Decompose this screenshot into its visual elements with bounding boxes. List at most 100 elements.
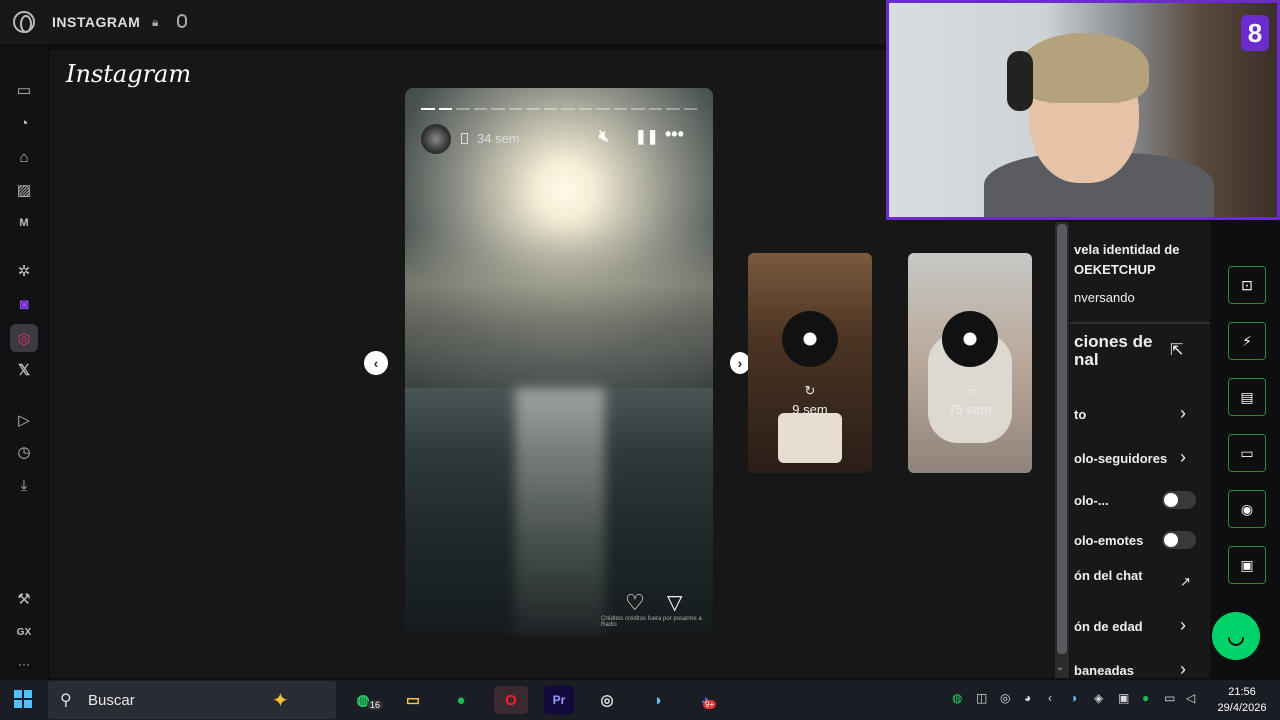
whatsapp-badge: 16 (367, 700, 384, 710)
tab-title: INSTAGRAM (52, 14, 141, 30)
mic-icon[interactable] (177, 14, 187, 28)
tray-shield-icon[interactable]: ◈ (1094, 691, 1103, 705)
obs-icon[interactable]: ◎ (592, 686, 622, 714)
verified-icon (461, 133, 468, 144)
premiere-icon[interactable]: Pr (544, 686, 574, 714)
mute-icon[interactable]: 🔇︎ (599, 128, 609, 146)
discord-badge: 9+ (703, 700, 717, 709)
chevron-right-icon[interactable]: › (1180, 659, 1186, 680)
file-explorer-icon[interactable]: ▭ (398, 686, 428, 714)
preview-figure (778, 413, 842, 463)
share-icon[interactable]: ▽ (667, 590, 682, 615)
tray-nvidia-icon[interactable]: ◫ (976, 691, 987, 705)
spotify-icon[interactable]: ● (446, 686, 476, 714)
chevron-right-icon[interactable]: › (1180, 447, 1186, 468)
chevron-right-icon[interactable]: › (1180, 403, 1186, 424)
eye-icon: ☉ (964, 383, 976, 398)
mods-icon[interactable]: ⚒ (12, 587, 36, 611)
tabs-icon[interactable]: ▨ (12, 178, 36, 202)
chevron-right-icon[interactable]: › (1180, 615, 1186, 636)
story-preview[interactable]: ☉ 75 sem (908, 253, 1032, 473)
story-progress-segment (508, 108, 522, 110)
external-link-icon[interactable]: ↗ (1180, 574, 1191, 590)
overlay-number: 8 (1241, 15, 1269, 51)
story-progress-segment (666, 108, 680, 110)
tray-spotify-icon[interactable]: ● (1142, 691, 1149, 705)
previous-story-button[interactable]: ‹ (364, 351, 388, 375)
chat-settings-panel: vela identidad de OEKETCHUP nversando ci… (1070, 222, 1210, 680)
opera-gx-icon[interactable]: O (494, 686, 528, 714)
story-avatar[interactable] (421, 124, 451, 154)
instagram-logo[interactable]: Instagram (66, 60, 191, 88)
opera-gx-logo[interactable] (13, 11, 35, 33)
speed-dial-icon[interactable]: ◔ (12, 111, 36, 135)
send-icon[interactable]: ▷ (12, 408, 36, 432)
windows-start-icon[interactable] (14, 690, 32, 708)
stream-tools-strip: ⊡ ⚡︎ ▤ ▭ ◉ ▣ (1214, 222, 1280, 678)
scrollbar-thumb[interactable] (1057, 224, 1067, 654)
story-progress-segment (596, 108, 610, 110)
setting-row-label[interactable]: olo-seguidores (1074, 451, 1167, 466)
tray-whatsapp-icon[interactable]: ◍ (952, 691, 962, 705)
broadcast-icon[interactable]: ◉ (1228, 490, 1266, 528)
history-icon[interactable]: ◷ (12, 440, 36, 464)
gamepad-icon[interactable]: ▭ (12, 78, 36, 102)
headset-icon (1007, 51, 1033, 111)
story-progress-segment (491, 108, 505, 110)
setting-row-label[interactable]: ón del chat (1074, 568, 1143, 583)
x-icon[interactable]: 𝕏 (12, 358, 36, 382)
more-options-icon[interactable]: ••• (665, 124, 684, 145)
preview-time: 75 sem (948, 402, 992, 417)
story-progress-segment (648, 108, 662, 110)
headset-fab-button[interactable]: ◡ (1212, 612, 1260, 660)
steam-icon[interactable]: ◑ (642, 686, 672, 714)
preview-avatar (782, 311, 838, 367)
setting-row-label[interactable]: to (1074, 407, 1086, 422)
gx-label[interactable]: GX (12, 620, 36, 644)
screenshot-icon[interactable]: ⊡ (1228, 266, 1266, 304)
toggle-switch[interactable] (1162, 491, 1196, 509)
tray-steam-icon[interactable]: ◑ (1070, 691, 1077, 705)
toggle-switch[interactable] (1162, 531, 1196, 549)
story-progress-segment (561, 108, 575, 110)
sparkle-icon[interactable]: ✦ (272, 688, 289, 713)
instagram-icon[interactable]: ◎ (10, 324, 38, 352)
lightning-icon[interactable]: ⚡︎ (1228, 322, 1266, 360)
story-progress-segment (613, 108, 627, 110)
story-time: 34 sem (477, 131, 520, 146)
story-progress-segment (526, 108, 540, 110)
tray-obs-icon[interactable]: ◎ (1000, 691, 1010, 705)
tray-app-icon[interactable]: ▣ (1118, 691, 1129, 705)
replay-icon: ↻ (804, 383, 816, 398)
setting-row-label: olo-... (1074, 493, 1109, 508)
tray-volume-icon[interactable]: ◁ (1186, 691, 1195, 705)
more-icon[interactable]: ··· (12, 652, 36, 676)
layout-icon[interactable]: ▣ (1228, 546, 1266, 584)
story-preview[interactable]: ↻ 9 sem (748, 253, 872, 473)
tray-discord-icon[interactable]: ◕ (1024, 691, 1031, 705)
like-icon[interactable]: ♡ (625, 590, 645, 616)
chatgpt-icon[interactable]: ✲ (12, 259, 36, 283)
cleaner-icon[interactable]: ⌂ (12, 145, 36, 169)
story-progress-segment (683, 108, 697, 110)
setting-row-label[interactable]: baneadas (1074, 663, 1134, 678)
chat-icon[interactable]: ▭ (1228, 434, 1266, 472)
taskbar-clock[interactable]: 21:56 29/4/2026 (1212, 684, 1272, 716)
webcam-person-hair (1019, 33, 1149, 103)
story-credits: Créditos créditos fuera por posarme a Ra… (601, 616, 702, 628)
next-story-button[interactable]: › (730, 352, 750, 374)
scroll-down-icon[interactable]: ⌄ (1056, 662, 1064, 673)
twitch-icon[interactable]: ◙ (12, 292, 36, 316)
popout-icon[interactable]: ⇱ (1170, 340, 1183, 360)
tray-network-icon[interactable]: ▭ (1164, 691, 1175, 705)
clock-date: 29/4/2026 (1217, 702, 1267, 714)
story-progress-segment (473, 108, 487, 110)
notes-icon[interactable]: ▤ (1228, 378, 1266, 416)
story-progress-segment (543, 108, 557, 110)
pause-icon[interactable]: ❚❚ (635, 128, 658, 145)
player-icon[interactable]: M (12, 211, 36, 235)
setting-row-label[interactable]: ón de edad (1074, 619, 1143, 634)
story-viewer[interactable]: 34 sem 🔇︎ ❚❚ ••• ♡ ▽ Créditos créditos f… (405, 88, 713, 636)
tray-chevron-icon[interactable]: ‹ (1048, 691, 1052, 705)
downloads-icon[interactable]: ⤓ (12, 473, 36, 497)
